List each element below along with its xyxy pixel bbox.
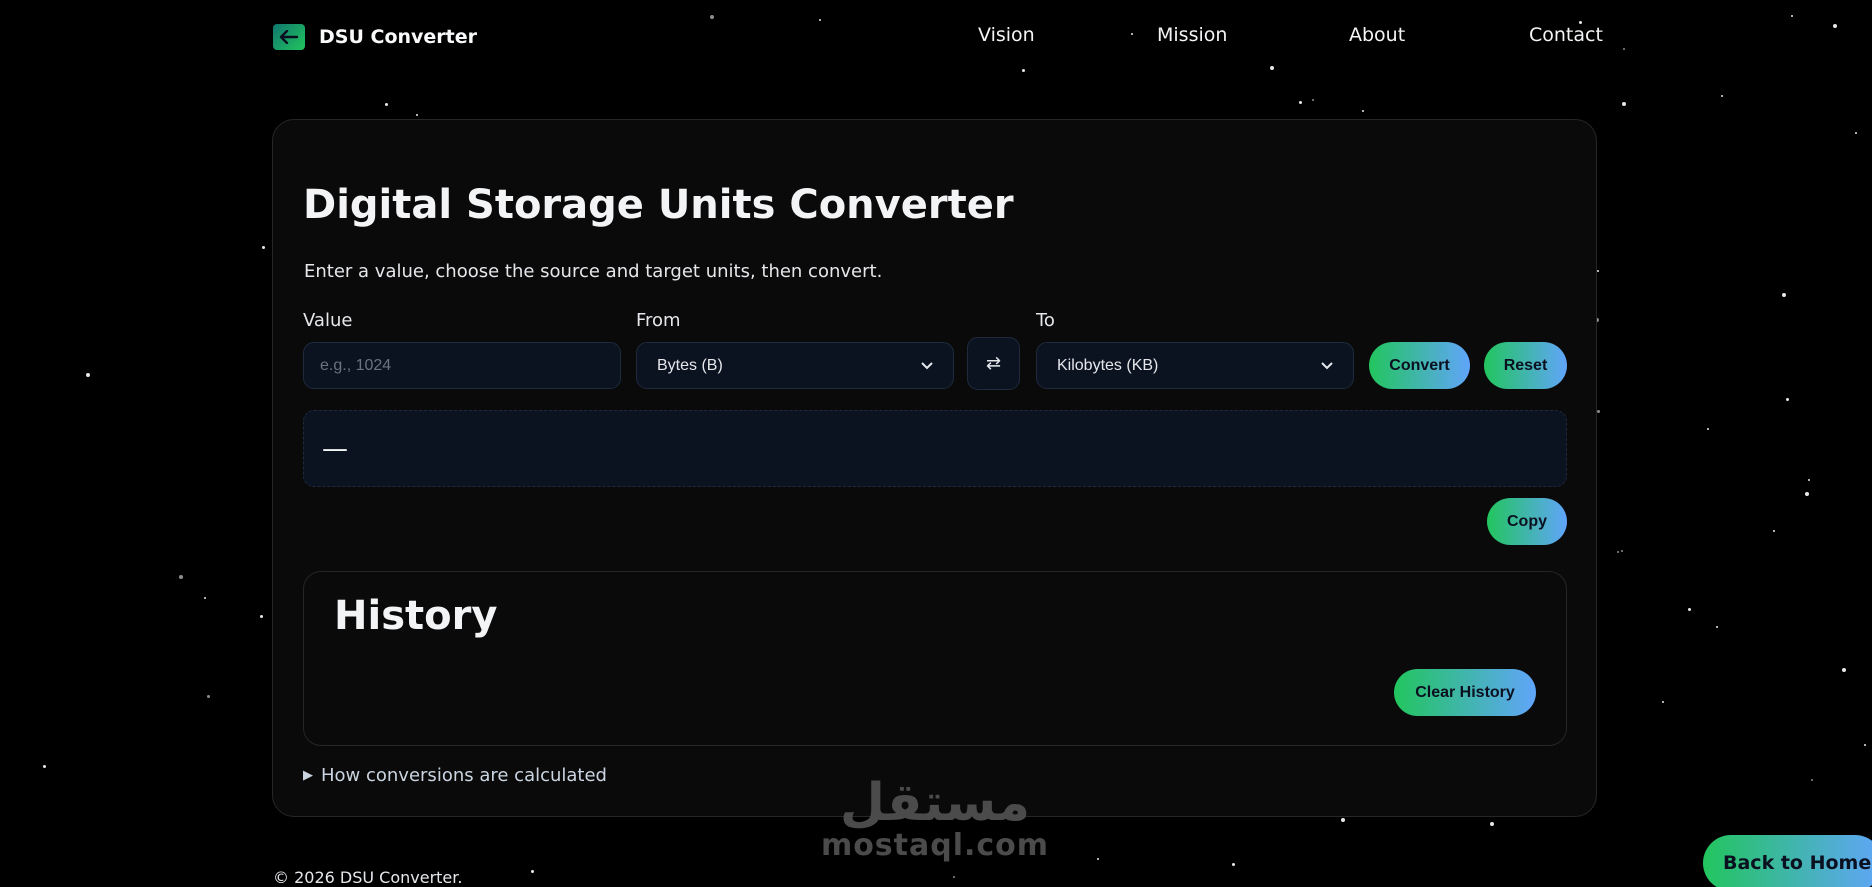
star-dot xyxy=(1597,410,1600,413)
star-dot xyxy=(1782,293,1786,297)
nav-mission[interactable]: Mission xyxy=(1157,24,1227,46)
star-dot xyxy=(1811,779,1813,781)
from-unit-value: Bytes (B) xyxy=(657,356,723,374)
star-dot xyxy=(1341,818,1345,822)
watermark: مستقل mostaql.com xyxy=(820,775,1050,861)
star-dot xyxy=(531,870,534,873)
star-dot xyxy=(1299,101,1302,104)
star-dot xyxy=(953,876,955,878)
value-placeholder: e.g., 1024 xyxy=(320,356,392,374)
star-dot xyxy=(204,597,206,599)
top-header: DSU Converter Vision Mission About Conta… xyxy=(273,0,1603,75)
details-summary: How conversions are calculated xyxy=(321,765,607,786)
chevron-down-icon xyxy=(921,361,933,369)
star-dot xyxy=(1622,102,1626,106)
star-dot xyxy=(86,373,90,377)
star-dot xyxy=(1805,492,1809,496)
star-dot xyxy=(1808,479,1810,481)
star-dot xyxy=(1362,110,1364,112)
result-value: — xyxy=(322,433,348,464)
star-dot xyxy=(1097,858,1099,860)
star-dot xyxy=(1662,701,1664,703)
star-dot xyxy=(1621,550,1623,552)
chevron-down-icon xyxy=(1321,361,1333,369)
star-dot xyxy=(1688,608,1691,611)
star-dot xyxy=(1786,398,1789,401)
star-dot xyxy=(1864,744,1866,746)
star-dot xyxy=(1773,530,1775,532)
page-title: Digital Storage Units Converter xyxy=(303,182,1014,228)
star-dot xyxy=(1312,99,1314,101)
nav-about[interactable]: About xyxy=(1349,24,1405,46)
star-dot xyxy=(1623,48,1625,50)
nav-contact[interactable]: Contact xyxy=(1529,24,1603,46)
value-input[interactable]: e.g., 1024 xyxy=(303,342,621,389)
history-title: History xyxy=(334,593,498,639)
to-unit-value: Kilobytes (KB) xyxy=(1057,356,1159,374)
triangle-right-icon: ▶ xyxy=(303,768,313,783)
reset-button[interactable]: Reset xyxy=(1484,342,1567,389)
clear-history-button[interactable]: Clear History xyxy=(1394,669,1536,716)
star-dot xyxy=(416,114,418,116)
conversion-details-toggle[interactable]: ▶ How conversions are calculated xyxy=(303,765,607,786)
star-dot xyxy=(385,103,388,106)
star-dot xyxy=(43,765,46,768)
value-label: Value xyxy=(303,310,353,331)
back-to-home-button[interactable]: Back to Home xyxy=(1703,835,1872,887)
watermark-latin: mostaql.com xyxy=(820,828,1050,863)
to-unit-select[interactable]: Kilobytes (KB) xyxy=(1036,342,1354,389)
star-dot xyxy=(1791,15,1793,17)
nav-vision[interactable]: Vision xyxy=(978,24,1035,46)
swap-icon: ⇄ xyxy=(985,353,1002,374)
star-dot xyxy=(1707,428,1709,430)
star-dot xyxy=(179,575,183,579)
converter-card: Digital Storage Units Converter Enter a … xyxy=(272,119,1597,817)
star-dot xyxy=(1490,822,1494,826)
star-dot xyxy=(1597,270,1599,272)
swap-units-button[interactable]: ⇄ xyxy=(967,337,1020,390)
star-dot xyxy=(1721,95,1723,97)
brand-name: DSU Converter xyxy=(319,26,478,48)
arrow-left-box-icon xyxy=(273,24,305,50)
history-panel: History Clear History xyxy=(303,571,1567,746)
star-dot xyxy=(1842,668,1846,672)
copy-button[interactable]: Copy xyxy=(1487,498,1567,545)
star-dot xyxy=(1833,24,1837,28)
star-dot xyxy=(1855,132,1857,134)
star-dot xyxy=(260,615,263,618)
star-dot xyxy=(262,246,265,249)
footer-copyright: © 2026 DSU Converter. xyxy=(273,868,463,887)
star-dot xyxy=(1716,626,1718,628)
star-dot xyxy=(207,695,210,698)
result-display: — xyxy=(303,410,1567,487)
convert-button[interactable]: Convert xyxy=(1369,342,1470,389)
star-dot xyxy=(1232,863,1235,866)
watermark-arabic: مستقل xyxy=(839,773,1031,833)
brand[interactable]: DSU Converter xyxy=(273,24,477,50)
from-unit-select[interactable]: Bytes (B) xyxy=(636,342,954,389)
to-label: To xyxy=(1036,310,1055,331)
page-subtitle: Enter a value, choose the source and tar… xyxy=(304,261,883,282)
from-label: From xyxy=(636,310,681,331)
star-dot xyxy=(1617,551,1619,553)
